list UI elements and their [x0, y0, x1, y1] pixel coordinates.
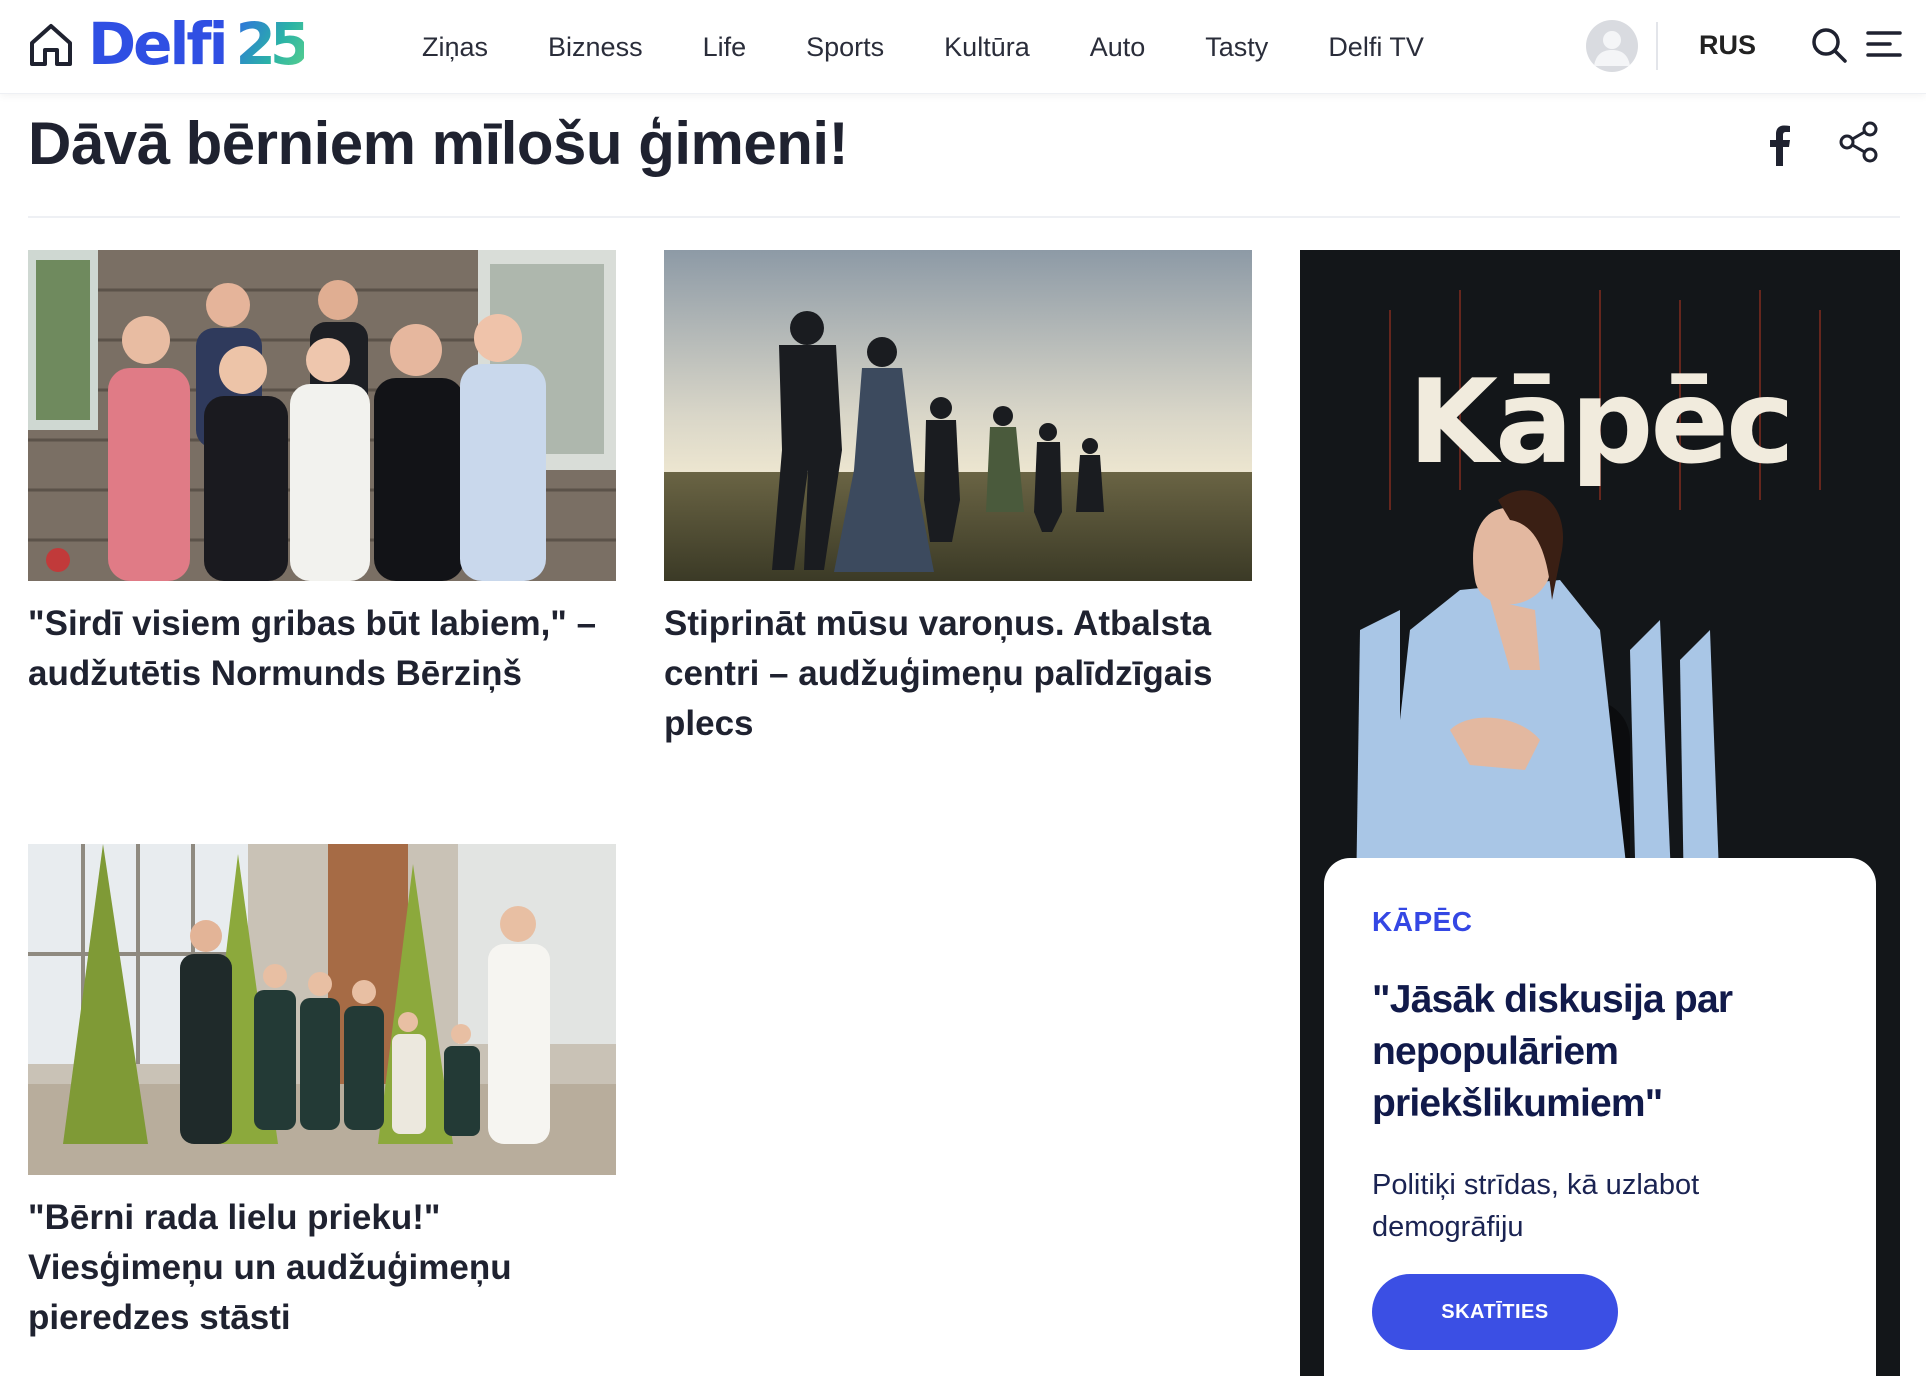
promo-art-title: Kāpēc: [1408, 355, 1792, 490]
logo-anniversary-number: 25: [235, 10, 310, 78]
home-icon[interactable]: [28, 22, 74, 68]
title-divider: [28, 216, 1900, 218]
nav-item-bizness[interactable]: Bizness: [548, 32, 643, 63]
nav-item-sports[interactable]: Sports: [806, 32, 884, 63]
nav-item-tasty[interactable]: Tasty: [1205, 32, 1268, 63]
article-image-family-portrait[interactable]: [28, 250, 616, 581]
logo-text: Delfi: [88, 10, 228, 78]
menu-icon[interactable]: [1866, 28, 1902, 60]
article-image-family-field[interactable]: [664, 250, 1252, 581]
article-card[interactable]: "Bērni rada lielu prieku!" Viesģimeņu un…: [28, 844, 616, 1343]
header-divider: [1656, 22, 1658, 70]
main-nav: Ziņas Bizness Life Sports Kultūra Auto T…: [422, 0, 1484, 94]
share-icon[interactable]: [1838, 120, 1880, 164]
user-icon: [1594, 31, 1630, 66]
delfi-logo[interactable]: Delfi 25: [88, 10, 310, 78]
article-title[interactable]: "Bērni rada lielu prieku!" Viesģimeņu un…: [28, 1193, 616, 1343]
nav-item-auto[interactable]: Auto: [1090, 32, 1146, 63]
article-image-children-christmas[interactable]: [28, 844, 616, 1175]
promo-content-card[interactable]: KĀPĒC "Jāsāk diskusija par nepopulāriem …: [1324, 858, 1876, 1376]
page-title: Dāvā bērniem mīlošu ģimeni!: [28, 110, 849, 177]
site-header: Delfi 25 Ziņas Bizness Life Sports Kultū…: [0, 0, 1926, 94]
language-switch[interactable]: RUS: [1699, 0, 1756, 90]
article-card[interactable]: "Sirdī visiem gribas būt labiem," – audž…: [28, 250, 616, 699]
nav-item-delfi-tv[interactable]: Delfi TV: [1328, 32, 1424, 63]
promo-image-host-portrait[interactable]: Kāpēc: [1300, 250, 1900, 900]
nav-item-zinas[interactable]: Ziņas: [422, 32, 488, 63]
watch-button[interactable]: SKATĪTIES: [1372, 1274, 1618, 1350]
user-avatar[interactable]: [1586, 20, 1638, 72]
article-title[interactable]: "Sirdī visiem gribas būt labiem," – audž…: [28, 599, 616, 699]
promo-kicker[interactable]: KĀPĒC: [1372, 906, 1828, 938]
nav-item-kultura[interactable]: Kultūra: [944, 32, 1030, 63]
article-title[interactable]: Stiprināt mūsu varoņus. Atbalsta centri …: [664, 599, 1252, 749]
promo-description: Politiķi strīdas, kā uzlabot demogrāfiju: [1372, 1169, 1700, 1243]
article-card[interactable]: Stiprināt mūsu varoņus. Atbalsta centri …: [664, 250, 1252, 749]
kapec-promo[interactable]: Kāpēc KĀPĒC "Jāsāk diskusija par nepopul…: [1300, 250, 1900, 1376]
search-icon[interactable]: [1810, 26, 1848, 64]
facebook-icon[interactable]: [1762, 122, 1798, 166]
nav-item-life[interactable]: Life: [703, 32, 747, 63]
promo-title[interactable]: "Jāsāk diskusija par nepopulāriem priekš…: [1372, 974, 1828, 1130]
